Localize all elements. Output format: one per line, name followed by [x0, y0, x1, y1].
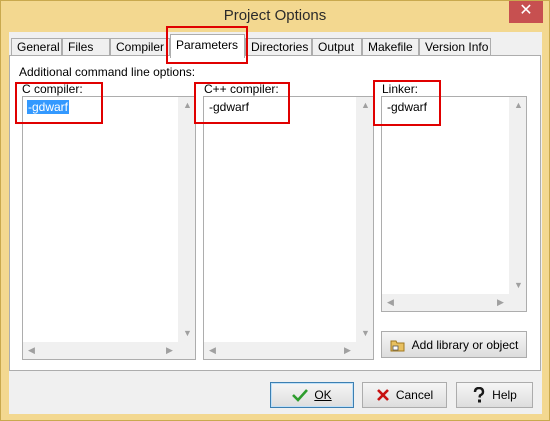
window-title: Project Options: [223, 7, 327, 24]
question-icon: [473, 387, 485, 403]
scroll-corner: [356, 342, 373, 359]
scroll-corner: [178, 342, 195, 359]
ok-label: OK: [314, 388, 332, 402]
scroll-corner: [509, 294, 526, 311]
close-button[interactable]: ✕: [509, 1, 543, 23]
cpp-compiler-field[interactable]: -gdwarf ▲ ▼ ◀ ▶: [203, 96, 374, 360]
add-library-button[interactable]: Add library or object: [381, 331, 527, 358]
tab-strip: General Files Compiler Parameters Direct…: [9, 34, 542, 58]
tab-parameters[interactable]: Parameters: [170, 34, 245, 58]
scroll-right-icon[interactable]: ▶: [492, 298, 509, 307]
title-bar[interactable]: Project Options ✕: [1, 1, 549, 31]
help-button[interactable]: Help: [456, 382, 533, 408]
c-compiler-field[interactable]: -gdwarf ▲ ▼ ◀ ▶: [22, 96, 196, 360]
scroll-right-icon[interactable]: ▶: [339, 346, 356, 355]
scroll-down-icon[interactable]: ▼: [179, 329, 196, 338]
scroll-up-icon[interactable]: ▲: [357, 101, 374, 110]
options-heading: Additional command line options:: [19, 65, 196, 79]
c-compiler-vertical-scrollbar[interactable]: ▲ ▼: [178, 97, 195, 342]
linker-field[interactable]: -gdwarf ▲ ▼ ◀ ▶: [381, 96, 527, 312]
scroll-up-icon[interactable]: ▲: [510, 101, 527, 110]
scroll-left-icon[interactable]: ◀: [204, 346, 221, 355]
scroll-right-icon[interactable]: ▶: [161, 346, 178, 355]
close-icon: ✕: [519, 2, 533, 19]
cancel-button[interactable]: Cancel: [362, 382, 447, 408]
folder-add-icon: [390, 340, 405, 351]
linker-horizontal-scrollbar[interactable]: ◀ ▶: [382, 294, 509, 311]
scroll-down-icon[interactable]: ▼: [510, 281, 527, 290]
ok-button[interactable]: OK: [270, 382, 354, 408]
cpp-compiler-horizontal-scrollbar[interactable]: ◀ ▶: [204, 342, 356, 359]
highlight-c-compiler: [15, 82, 103, 124]
x-icon: [376, 389, 389, 401]
c-compiler-horizontal-scrollbar[interactable]: ◀ ▶: [23, 342, 178, 359]
help-label: Help: [492, 388, 517, 402]
highlight-linker: [373, 80, 441, 126]
add-library-label: Add library or object: [411, 337, 519, 352]
linker-vertical-scrollbar[interactable]: ▲ ▼: [509, 97, 526, 294]
scroll-left-icon[interactable]: ◀: [23, 346, 40, 355]
highlight-cpp-compiler: [194, 82, 290, 124]
scroll-down-icon[interactable]: ▼: [357, 329, 374, 338]
cancel-label: Cancel: [395, 388, 434, 402]
project-options-dialog: Project Options ✕ General Files Compiler…: [0, 0, 550, 421]
cpp-compiler-vertical-scrollbar[interactable]: ▲ ▼: [356, 97, 373, 342]
checkmark-icon: [292, 389, 309, 402]
scroll-left-icon[interactable]: ◀: [382, 298, 399, 307]
